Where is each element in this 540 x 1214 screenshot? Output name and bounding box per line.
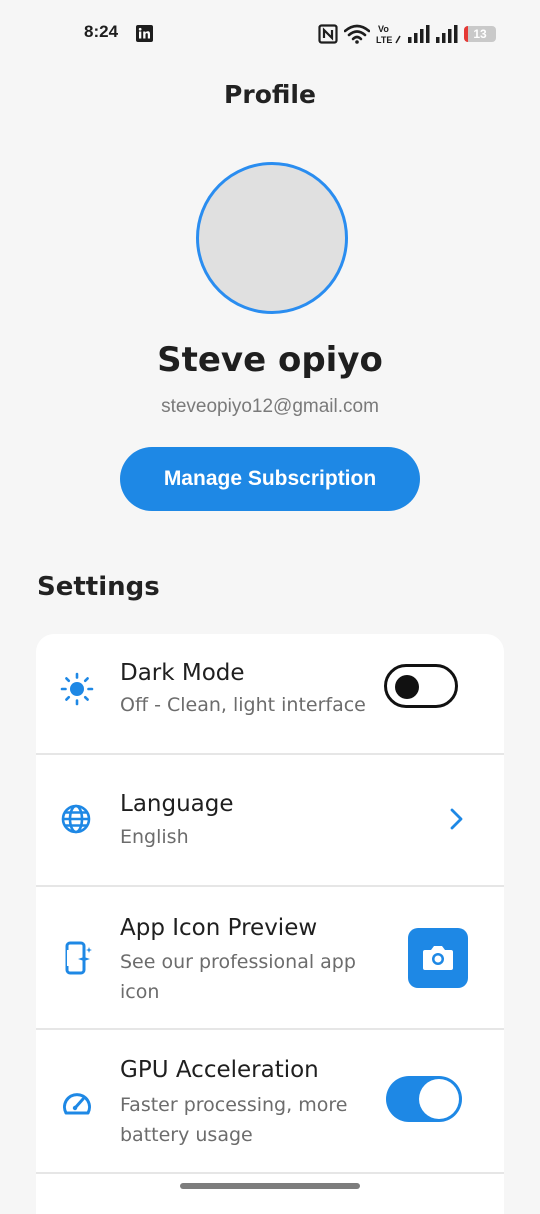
setting-row-app-icon-preview[interactable]: App Icon Preview See our professional ap… [36,887,504,1030]
page-title: Profile [224,80,316,109]
status-icons: Vo LTE 13 [318,23,496,45]
app-sparkle-icon [65,941,92,975]
status-time: 8:24 [84,22,119,41]
linkedin-icon [136,25,153,42]
svg-text:Vo: Vo [378,24,389,34]
setting-subtitle: Faster processing, more battery usage [120,1094,348,1146]
setting-title: GPU Acceleration [120,1057,319,1083]
chevron-right-icon[interactable] [446,807,466,831]
setting-subtitle: English [120,826,189,848]
status-bar: 8:24 Vo LTE 13 [0,0,540,70]
battery-icon: 13 [464,26,496,42]
setting-title: Dark Mode [120,660,245,686]
setting-row-language[interactable]: Language English [36,755,504,887]
user-email: steveopiyo12@gmail.com [161,396,379,417]
nfc-icon [318,24,338,44]
sun-icon [60,672,94,706]
wifi-icon [344,24,370,44]
setting-subtitle: See our professional app icon [120,951,356,1003]
home-indicator[interactable] [180,1183,360,1189]
setting-subtitle: Off - Clean, light interface [120,694,366,716]
toggle-knob [419,1079,459,1119]
toggle-knob [395,675,419,699]
camera-icon [423,946,453,970]
gpu-acceleration-toggle[interactable] [386,1076,462,1122]
user-name: Steve opiyo [157,340,383,380]
volte-icon: Vo LTE [376,24,401,45]
camera-button[interactable] [408,928,468,988]
dark-mode-toggle[interactable] [384,664,458,708]
battery-level: 13 [473,27,487,41]
signal-icon-2 [436,25,458,43]
setting-title: App Icon Preview [120,915,318,941]
svg-text:LTE: LTE [376,35,392,45]
signal-icon [408,25,430,43]
setting-row-dark-mode[interactable]: Dark Mode Off - Clean, light interface [36,634,504,755]
globe-icon [61,804,91,834]
settings-card: Dark Mode Off - Clean, light interface L… [36,634,504,1214]
settings-section-title: Settings [37,572,160,602]
avatar[interactable] [196,162,348,314]
setting-row-gpu-acceleration[interactable]: GPU Acceleration Faster processing, more… [36,1030,504,1174]
speedometer-icon [63,1093,91,1115]
setting-title: Language [120,791,234,817]
manage-subscription-button[interactable]: Manage Subscription [120,447,420,511]
